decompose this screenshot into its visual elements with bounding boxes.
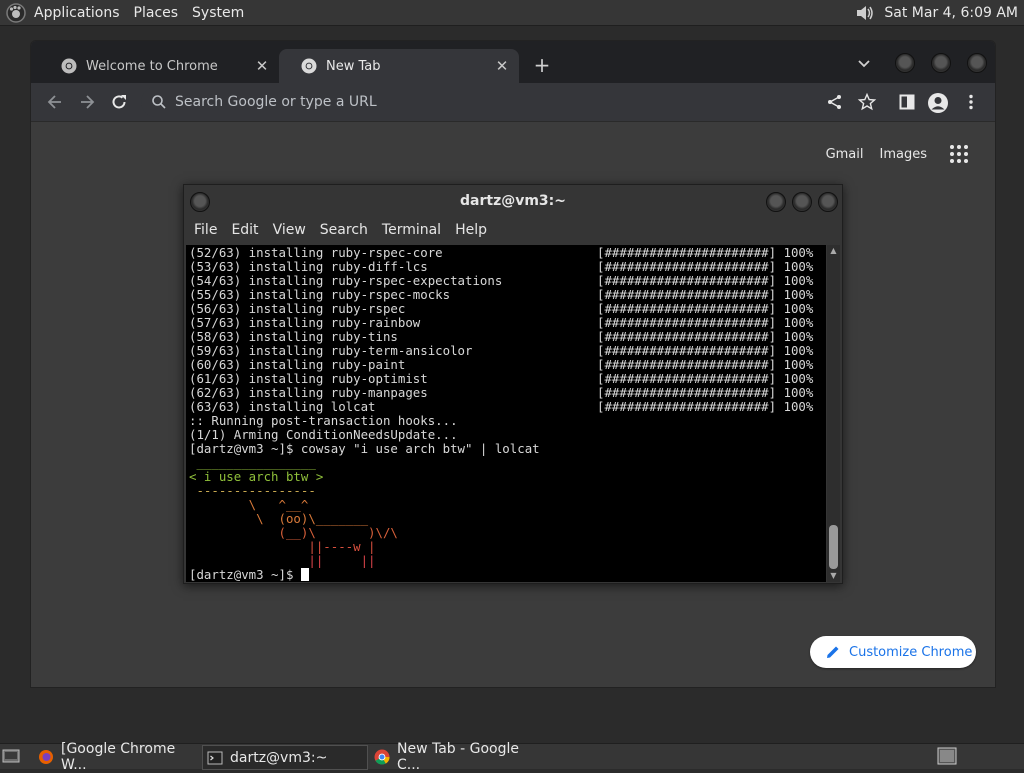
share-icon[interactable] (825, 92, 845, 112)
bookmark-star-icon[interactable] (857, 92, 877, 112)
cowsay-line: < i use arch btw > (189, 469, 324, 484)
tab-strip: Welcome to Chrome ✕ New Tab ✕ + (31, 41, 995, 83)
terminal-maximize-button[interactable] (792, 192, 812, 212)
terminal-icon (207, 750, 223, 766)
tab-label: New Tab (326, 58, 381, 74)
chrome-logo-icon (301, 58, 317, 74)
customize-chrome-button[interactable]: Customize Chrome (810, 636, 976, 668)
scroll-up-arrow-icon[interactable]: ▲ (829, 247, 838, 255)
apps-grid-icon[interactable] (949, 144, 969, 164)
terminal-scrollbar[interactable]: ▲ ▼ (827, 245, 840, 582)
terminal-line: (56/63) installing ruby-rspec [##########… (189, 301, 814, 316)
top-panel: Applications Places System Sat Mar 4, 6:… (0, 0, 1024, 26)
terminal-line: (52/63) installing ruby-rspec-core [#####… (189, 245, 814, 260)
panel-menu-bar: Applications Places System (6, 2, 258, 23)
terminal-title-bar[interactable]: dartz@vm3:~ (184, 185, 842, 217)
forward-arrow-icon[interactable] (77, 92, 97, 112)
bottom-panel: [Google Chrome W... dartz@vm3:~ New Tab … (0, 741, 1024, 773)
terminal-line: (61/63) installing ruby-optimist [#######… (189, 371, 814, 386)
taskbar-item-google-chrome-welcome[interactable]: [Google Chrome W... (38, 741, 202, 773)
terminal-menu-edit[interactable]: Edit (231, 222, 258, 238)
back-arrow-icon[interactable] (45, 92, 65, 112)
terminal-line: (1/1) Arming ConditionNeedsUpdate... (189, 427, 458, 442)
workspace-switcher-icon[interactable] (937, 747, 957, 765)
tab-close-icon[interactable]: ✕ (493, 57, 511, 75)
terminal-cursor (300, 568, 309, 581)
tab-new-tab[interactable]: New Tab ✕ (279, 49, 519, 83)
tab-search-chevron-icon[interactable] (857, 57, 877, 73)
cowsay-line: ||----w | (189, 539, 376, 554)
terminal-line: (59/63) installing ruby-term-ansicolor [#… (189, 343, 814, 358)
kebab-menu-icon[interactable] (961, 92, 981, 112)
applications-menu[interactable]: Applications (34, 5, 120, 21)
terminal-prompt-line: [dartz@vm3 ~]$ (189, 568, 309, 582)
gmail-link[interactable]: Gmail (826, 147, 864, 162)
tab-close-icon[interactable]: ✕ (253, 57, 271, 75)
panel-clock[interactable]: Sat Mar 4, 6:09 AM (884, 5, 1018, 21)
terminal-menu-help[interactable]: Help (455, 222, 487, 238)
address-bar-placeholder: Search Google or type a URL (175, 94, 377, 110)
firefox-icon (38, 749, 54, 765)
address-bar[interactable]: Search Google or type a URL (141, 87, 841, 117)
terminal-line: (62/63) installing ruby-manpages [#######… (189, 385, 814, 400)
cowsay-line: \ (oo)\_______ (189, 511, 369, 526)
ntp-header-links: Gmail Images (826, 144, 969, 164)
cowsay-line: ________________ (189, 455, 316, 470)
terminal-line: (53/63) installing ruby-diff-lcs [#######… (189, 259, 814, 274)
close-window-button[interactable] (967, 53, 987, 73)
terminal-line: (55/63) installing ruby-rspec-mocks [####… (189, 287, 814, 302)
taskbar-item-label: dartz@vm3:~ (230, 749, 328, 766)
terminal-line: (57/63) installing ruby-rainbow [########… (189, 315, 814, 330)
terminal-command-line: [dartz@vm3 ~]$ cowsay "i use arch btw" |… (189, 441, 540, 456)
terminal-title: dartz@vm3:~ (460, 193, 566, 209)
chrome-toolbar: Search Google or type a URL (31, 83, 995, 122)
minimize-button[interactable] (895, 53, 915, 73)
system-menu[interactable]: System (192, 5, 244, 21)
terminal-minimize-button[interactable] (766, 192, 786, 212)
tab-welcome-to-chrome[interactable]: Welcome to Chrome ✕ (39, 49, 280, 83)
profile-avatar-icon[interactable] (927, 92, 948, 113)
foot-logo-icon[interactable] (6, 2, 26, 23)
reload-icon[interactable] (109, 92, 129, 112)
terminal-line: (58/63) installing ruby-tins [###########… (189, 329, 814, 344)
terminal-menu-bar: File Edit View Search Terminal Help (184, 217, 842, 243)
search-icon (151, 94, 167, 110)
images-link[interactable]: Images (880, 147, 928, 162)
terminal-menu-file[interactable]: File (194, 222, 217, 238)
cowsay-line: (__)\ )\/\ (189, 525, 398, 540)
terminal-close-button[interactable] (818, 192, 838, 212)
pencil-icon (826, 645, 840, 659)
taskbar-item-new-tab-google-chrome[interactable]: New Tab - Google C... (374, 741, 544, 773)
new-tab-button[interactable]: + (531, 55, 553, 77)
panel-tray: Sat Mar 4, 6:09 AM (854, 0, 1018, 25)
maximize-button[interactable] (931, 53, 951, 73)
speaker-icon[interactable] (854, 2, 876, 24)
terminal-menu-terminal[interactable]: Terminal (382, 222, 441, 238)
terminal-line: :: Running post-transaction hooks... (189, 413, 458, 428)
cowsay-line: ---------------- (189, 483, 316, 498)
side-panel-icon[interactable] (897, 92, 917, 112)
terminal-window-menu-button[interactable] (190, 192, 210, 212)
scroll-down-arrow-icon[interactable]: ▼ (829, 572, 838, 580)
cowsay-line: || || (189, 553, 376, 568)
terminal-output[interactable]: (52/63) installing ruby-rspec-core [#####… (186, 245, 826, 582)
chrome-logo-icon (374, 749, 390, 765)
terminal-line: (54/63) installing ruby-rspec-expectatio… (189, 273, 814, 288)
terminal-menu-view[interactable]: View (273, 222, 306, 238)
places-menu[interactable]: Places (134, 5, 179, 21)
scrollbar-thumb[interactable] (829, 525, 838, 569)
terminal-line: (63/63) installing lolcat [##############… (189, 399, 814, 414)
terminal-window: dartz@vm3:~ File Edit View Search Termin… (183, 184, 843, 584)
terminal-line: (60/63) installing ruby-paint [##########… (189, 357, 814, 372)
taskbar-item-terminal[interactable]: dartz@vm3:~ (202, 745, 368, 770)
cowsay-line: \ ^__^ (189, 497, 309, 512)
customize-chrome-label: Customize Chrome (849, 644, 973, 660)
terminal-menu-search[interactable]: Search (320, 222, 368, 238)
chrome-logo-icon (61, 58, 77, 74)
terminal-prompt: [dartz@vm3 ~]$ (189, 567, 301, 582)
tab-label: Welcome to Chrome (86, 58, 218, 74)
show-desktop-icon[interactable] (2, 748, 20, 764)
